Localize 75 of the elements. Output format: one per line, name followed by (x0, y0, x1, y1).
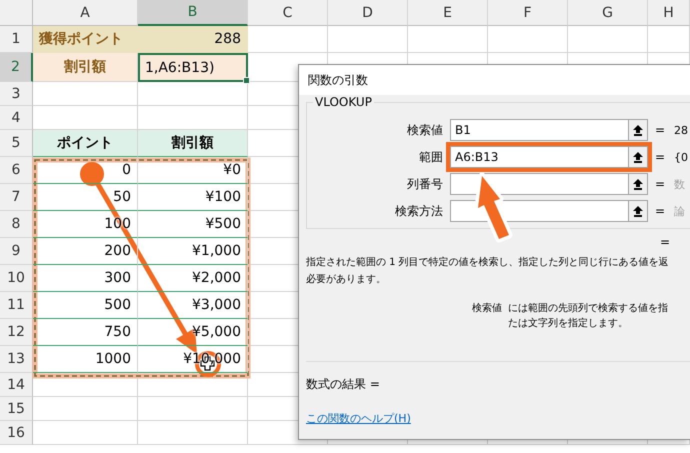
table-cell: 割引額 (33, 53, 138, 82)
equals-sign: = (655, 123, 666, 137)
table-cell: ¥2,000 (138, 265, 248, 292)
argument-result: 数 (674, 176, 686, 192)
row-header[interactable]: 14 (0, 373, 33, 397)
row-header[interactable]: 3 (0, 82, 33, 106)
help-link[interactable]: この関数のヘルプ(H) (306, 411, 411, 426)
row-header[interactable]: 1 (0, 26, 33, 53)
collapse-button[interactable] (628, 200, 648, 222)
table-cell: ¥0 (138, 157, 248, 184)
argument-result: 論 (674, 204, 686, 218)
row-header[interactable]: 10 (0, 265, 33, 292)
table-cell: ¥3,000 (138, 292, 248, 319)
function-name: VLOOKUP (313, 95, 374, 109)
table-cell: 288 (138, 26, 248, 53)
argument-description: には範囲の先頭列で検索する値を指 (508, 302, 668, 316)
row-header[interactable]: 9 (0, 238, 33, 265)
argument-label: 範囲 (418, 148, 443, 166)
argument-label: 検索方法 (394, 202, 443, 220)
argument-result: {0 (674, 150, 689, 164)
argument-field[interactable]: A6:B13 (450, 146, 628, 168)
row-header[interactable]: 6 (0, 157, 33, 184)
table-cell: 獲得ポイント (33, 26, 138, 53)
row-header[interactable]: 8 (0, 211, 33, 238)
column-header[interactable]: B (138, 0, 248, 26)
row-header[interactable]: 7 (0, 184, 33, 211)
collapse-icon (633, 152, 643, 162)
collapse-icon (633, 124, 643, 136)
argument-description: たは文字列を指定します。 (508, 316, 629, 331)
argument-name: 検索値 (471, 302, 502, 316)
table-cell: ポイント (33, 130, 138, 157)
function-description: 必要があります。 (306, 272, 387, 287)
fill-handle[interactable] (243, 77, 250, 84)
row-header[interactable]: 15 (0, 397, 33, 421)
collapse-button[interactable] (628, 146, 648, 168)
column-header[interactable]: H (648, 0, 690, 26)
equals-sign: = (660, 235, 670, 251)
collapse-icon (633, 206, 643, 216)
table-cell: ¥500 (138, 211, 248, 238)
equals-sign: = (655, 177, 666, 191)
row-header[interactable]: 2 (0, 53, 33, 82)
function-description: 指定された範囲の 1 列目で特定の値を検索し、指定した列と同じ行にある値を返 (306, 256, 670, 270)
row-header[interactable]: 13 (0, 346, 33, 373)
column-header[interactable]: G (568, 0, 648, 26)
argument-label: 検索値 (406, 122, 443, 138)
table-cell: ¥100 (138, 184, 248, 211)
row-header[interactable]: 11 (0, 292, 33, 319)
column-header[interactable]: C (248, 0, 328, 26)
column-header[interactable]: D (328, 0, 408, 26)
argument-field[interactable]: B1 (450, 119, 628, 141)
formula-result: 数式の結果 = (306, 376, 381, 393)
table-cell: ¥1,000 (138, 238, 248, 265)
table-cell: 750 (33, 319, 138, 346)
table-cell: 300 (33, 265, 138, 292)
argument-result: 28 (674, 124, 689, 136)
argument-field[interactable] (450, 173, 628, 195)
table-cell: 割引額 (138, 130, 248, 157)
collapse-button[interactable] (628, 119, 648, 141)
equals-sign: = (655, 204, 666, 218)
argument-label: 列番号 (406, 176, 443, 192)
table-cell: 500 (33, 292, 138, 319)
row-header[interactable]: 16 (0, 421, 33, 445)
collapse-icon (633, 178, 643, 190)
table-cell: 200 (33, 238, 138, 265)
equals-sign: = (655, 150, 666, 164)
row-header[interactable]: 12 (0, 319, 33, 346)
active-cell[interactable]: 1,A6:B13) (138, 53, 248, 82)
column-header[interactable]: E (408, 0, 488, 26)
column-header[interactable]: F (488, 0, 568, 26)
collapse-button[interactable] (628, 173, 648, 195)
dialog-title: 関数の引数 (308, 72, 368, 88)
column-header[interactable]: A (33, 0, 138, 26)
row-header[interactable]: 4 (0, 106, 33, 130)
table-cell: 1000 (33, 346, 138, 373)
row-header[interactable]: 5 (0, 130, 33, 157)
